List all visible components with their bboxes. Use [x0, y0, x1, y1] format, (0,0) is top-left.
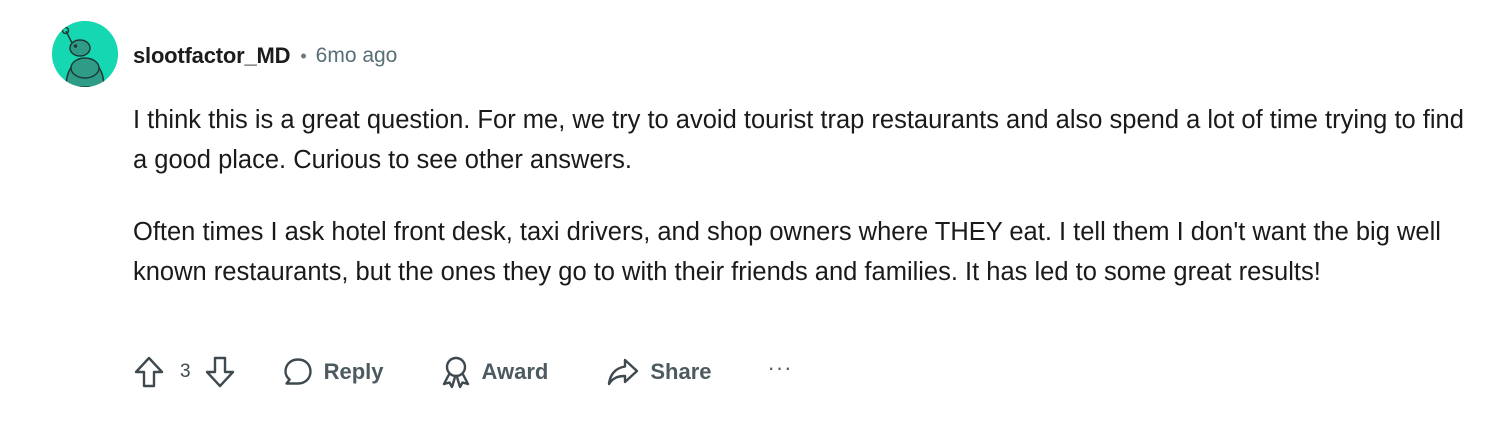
timestamp[interactable]: 6mo ago [316, 44, 398, 68]
comment-action-bar: 3 Reply Award Share ··· [133, 352, 792, 392]
speech-bubble-icon [282, 356, 314, 388]
share-arrow-icon [606, 356, 640, 388]
award-button[interactable]: Award [440, 355, 549, 389]
vote-controls: 3 [133, 355, 236, 389]
vote-count: 3 [180, 361, 191, 382]
comment-paragraph: I think this is a great question. For me… [133, 106, 1464, 174]
comment-body: I think this is a great question. For me… [133, 100, 1478, 292]
share-button[interactable]: Share [606, 356, 712, 388]
overflow-menu-icon[interactable]: ··· [768, 355, 793, 389]
reply-button[interactable]: Reply [282, 356, 384, 388]
avatar[interactable] [52, 21, 118, 87]
comment: slootfactor_MD • 6mo ago I think this is… [0, 0, 1509, 426]
comment-paragraph: Often times I ask hotel front desk, taxi… [133, 218, 1441, 286]
award-label: Award [481, 359, 549, 384]
reddit-snoo-avatar-icon [52, 21, 118, 87]
share-label: Share [650, 359, 712, 384]
downvote-arrow-icon[interactable] [204, 355, 236, 389]
reply-label: Reply [323, 359, 384, 384]
award-ribbon-icon [440, 355, 472, 389]
username-link[interactable]: slootfactor_MD [133, 43, 291, 69]
upvote-arrow-icon[interactable] [133, 355, 165, 389]
comment-header: slootfactor_MD • 6mo ago [133, 42, 397, 70]
separator-dot: • [300, 45, 307, 66]
